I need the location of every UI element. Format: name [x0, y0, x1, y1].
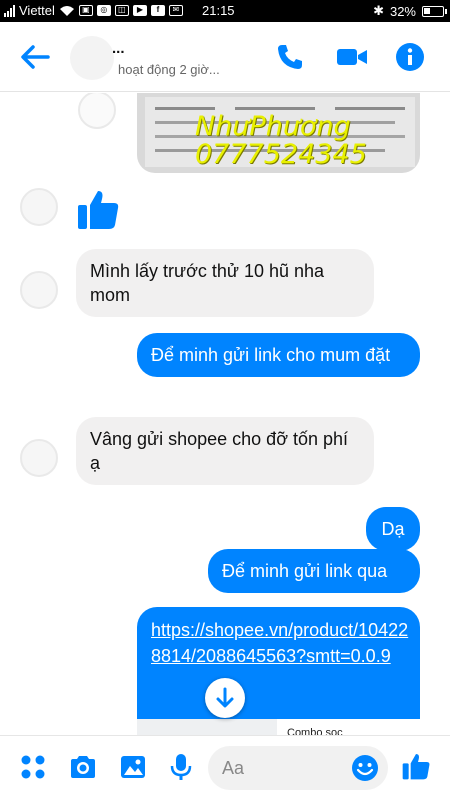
contact-avatar [20, 188, 58, 226]
outgoing-message[interactable]: Để minh gửi link qua [208, 549, 420, 593]
clock: 21:15 [202, 3, 235, 18]
app-notification-icon: ▣ [78, 5, 93, 16]
phone-call-icon[interactable] [275, 42, 305, 72]
like-send-icon[interactable] [400, 750, 432, 782]
wifi-icon [59, 5, 74, 16]
mail-notification-icon: ✉ [168, 5, 183, 16]
more-apps-icon[interactable] [18, 752, 48, 782]
info-icon[interactable] [395, 42, 425, 72]
battery-percent: 32% [389, 3, 416, 19]
app-notification-icon: ◎ [96, 5, 111, 16]
incoming-message[interactable]: Vâng gửi shopee cho đỡ tốn phí ạ [76, 417, 374, 485]
emoji-icon[interactable] [350, 753, 380, 783]
like-thumb-icon [78, 191, 119, 229]
video-notification-icon: ▶ [132, 5, 147, 16]
status-bar: Viettel ▣ ◎ ◫ ▶ f ✉ 21:15 ✱ 32% [0, 0, 450, 22]
shopee-link[interactable]: https://shopee.vn/product/104228814/2088… [151, 620, 408, 666]
link-preview-title: Combo soc [287, 727, 343, 735]
photo-message[interactable]: NhưPhương 0777524345 [137, 93, 420, 173]
incoming-message[interactable]: Mình lấy trước thử 10 hũ nha mom [76, 249, 374, 317]
gallery-icon[interactable] [118, 752, 148, 782]
contact-name[interactable]: ... [112, 40, 125, 57]
link-preview[interactable]: Combo soc [137, 719, 420, 735]
message-input-placeholder: Aa [222, 758, 245, 778]
photo-watermark-phone: 0777524345 [195, 139, 367, 170]
contact-avatar [20, 439, 58, 477]
photo-watermark-name: NhưPhương [195, 111, 351, 142]
composer-bar: Aa [0, 735, 450, 800]
bluetooth-icon: ✱ [373, 3, 384, 18]
signal-icon [4, 4, 15, 17]
conversation-header: ... hoạt động 2 giờ... [0, 22, 450, 92]
link-preview-image [137, 719, 277, 735]
link-message[interactable]: https://shopee.vn/product/104228814/2088… [137, 607, 420, 735]
outgoing-message[interactable]: Để minh gửi link cho mum đặt [137, 333, 420, 377]
contact-avatar [78, 93, 116, 129]
carrier-label: Viettel [19, 3, 55, 18]
contact-avatar[interactable] [70, 36, 114, 80]
scroll-down-button[interactable] [205, 678, 245, 718]
contact-avatar [20, 271, 58, 309]
message-list[interactable]: NhưPhương 0777524345 Mình lấy trước thử … [0, 93, 450, 735]
camera-icon[interactable] [68, 752, 98, 782]
battery-icon [422, 5, 447, 17]
app-notification-icon: ◫ [114, 5, 129, 16]
back-arrow-icon[interactable] [18, 40, 52, 74]
microphone-icon[interactable] [166, 752, 196, 782]
facebook-notification-icon: f [150, 5, 165, 16]
video-call-icon[interactable] [335, 42, 369, 72]
message-input[interactable]: Aa [208, 746, 388, 790]
active-status: hoạt động 2 giờ... [118, 62, 220, 77]
outgoing-message[interactable]: Dạ [366, 507, 420, 551]
